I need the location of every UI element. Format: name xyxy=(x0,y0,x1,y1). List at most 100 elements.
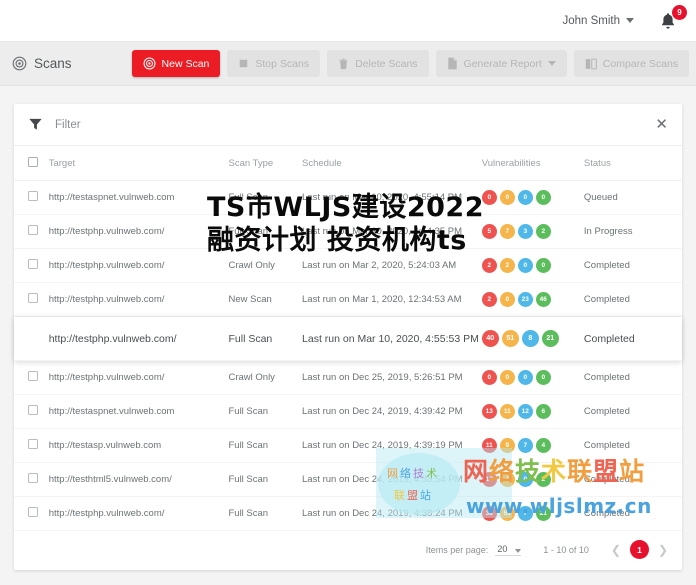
vuln-badge: 3 xyxy=(517,224,533,239)
vuln-badge: 2 xyxy=(535,224,551,239)
row-select-cell xyxy=(14,316,49,361)
table-body: http://testaspnet.vulnweb.com Full Scan La… xyxy=(14,180,682,531)
column-header-status[interactable]: Status xyxy=(583,146,682,181)
vuln-badge: 51 xyxy=(499,506,515,521)
items-per-page-select[interactable]: 20 xyxy=(495,543,522,556)
user-menu[interactable]: John Smith xyxy=(562,15,634,27)
compare-icon xyxy=(585,58,597,69)
scans-table: Target Scan Type Schedule Vulnerabilitie… xyxy=(14,146,682,531)
select-all-checkbox[interactable] xyxy=(28,157,38,167)
row-checkbox[interactable] xyxy=(28,191,38,201)
generate-report-button[interactable]: Generate Report xyxy=(435,50,567,77)
chevron-down-icon xyxy=(547,61,556,66)
cell-scan-type: Full Scan xyxy=(228,316,303,361)
cell-vulnerabilities: 5732 xyxy=(481,214,584,249)
action-buttons: New Scan Stop Scans Delete Scans Generat… xyxy=(131,50,690,77)
table-row[interactable]: http://testphp.vulnweb.com/Crawl Only Las… xyxy=(14,360,682,395)
table-row[interactable]: http://testphp.vulnweb.com/New Scan Last … xyxy=(14,282,682,317)
vuln-badge: 12 xyxy=(517,404,533,419)
filter-input[interactable]: Filter xyxy=(55,119,643,131)
row-checkbox[interactable] xyxy=(28,225,38,235)
row-select-cell xyxy=(14,462,49,497)
filter-bar: Filter ✕ xyxy=(14,104,682,146)
row-checkbox[interactable] xyxy=(28,259,38,269)
vuln-badge: 4 xyxy=(535,438,551,453)
notification-count-badge: 9 xyxy=(672,4,687,20)
chevron-right-icon[interactable]: ❯ xyxy=(658,543,668,557)
chevron-down-icon xyxy=(626,18,634,23)
cell-target: http://testhtml5.vulnweb.com/ xyxy=(48,462,229,497)
cell-target: http://testphp.vulnweb.com/ xyxy=(48,248,229,283)
row-checkbox[interactable] xyxy=(28,473,38,483)
document-icon xyxy=(447,57,457,70)
chevron-left-icon[interactable]: ❮ xyxy=(611,543,621,557)
vuln-badge: 17 xyxy=(481,472,497,487)
vuln-badge: 0 xyxy=(535,190,551,205)
row-checkbox[interactable] xyxy=(28,507,38,517)
vuln-badge: 4 xyxy=(499,472,515,487)
cell-status: Completed xyxy=(583,496,682,531)
cell-target: http://testasp.vulnweb.com xyxy=(48,428,229,463)
cell-target: http://testaspnet.vulnweb.com xyxy=(48,394,229,429)
range-label: 1 - 10 of 10 xyxy=(543,544,589,555)
cell-vulnerabilities: 38 51 7 21 xyxy=(481,496,584,531)
row-checkbox[interactable] xyxy=(28,371,38,381)
action-bar: Scans New Scan Stop Scans Delete Scans G… xyxy=(0,42,696,86)
row-checkbox[interactable] xyxy=(28,405,38,415)
table-row[interactable]: http://testphp.vulnweb.com/Full Scan Last… xyxy=(14,214,682,249)
current-page-badge[interactable]: 1 xyxy=(629,540,649,559)
column-header-schedule[interactable]: Schedule xyxy=(302,146,482,181)
cell-target: http://testphp.vulnweb.com/ xyxy=(48,214,229,249)
row-select-cell xyxy=(14,428,49,463)
stop-scans-button[interactable]: Stop Scans xyxy=(227,50,321,77)
column-header-scan-type[interactable]: Scan Type xyxy=(228,146,303,181)
close-icon[interactable]: ✕ xyxy=(655,117,668,132)
vuln-badge: 7 xyxy=(499,224,515,239)
table-row[interactable]: http://testphp.vulnweb.com/Full Scan Last… xyxy=(14,496,682,531)
table-row[interactable]: http://testasp.vulnweb.com Full Scan Last … xyxy=(14,428,682,463)
table-row[interactable]: http://testhtml5.vulnweb.com/Full Scan La… xyxy=(14,462,682,497)
items-per-page-label: Items per page: xyxy=(425,544,489,555)
generate-report-label: Generate Report xyxy=(463,57,542,70)
vuln-badge: 0 xyxy=(535,258,551,273)
scans-page: John Smith 9 Scans New Scan Stop Scans D… xyxy=(0,0,696,585)
row-select-cell xyxy=(14,248,49,283)
items-per-page-value: 20 xyxy=(497,543,508,554)
row-select-cell xyxy=(14,360,49,395)
cell-target: http://testphp.vulnweb.com/ xyxy=(48,496,229,531)
notifications-button[interactable]: 9 xyxy=(660,4,687,33)
row-checkbox[interactable] xyxy=(28,439,38,449)
vuln-badge: 7 xyxy=(517,438,533,453)
vuln-badges: 2 0 23 46 xyxy=(481,292,584,307)
delete-scans-label: Delete Scans xyxy=(355,57,418,70)
vuln-badges: 17 4 0 2 xyxy=(481,472,584,487)
vuln-badges: 0000 xyxy=(481,370,584,385)
compare-scans-button[interactable]: Compare Scans xyxy=(573,50,690,77)
stop-square-icon xyxy=(240,59,248,68)
vuln-badge: 46 xyxy=(535,292,551,307)
cell-target: http://testphp.vulnweb.com/ xyxy=(48,316,229,361)
row-checkbox[interactable] xyxy=(28,293,38,303)
cell-schedule: Last run on Dec 24, 2019, 4:39:42 PM xyxy=(302,394,482,429)
chevron-down-icon xyxy=(515,548,522,553)
new-scan-button[interactable]: New Scan xyxy=(131,50,221,77)
vuln-badge: 0 xyxy=(499,190,515,205)
vuln-badge: 0 xyxy=(499,370,515,385)
cell-schedule: Last run on Dec 25, 2019, 5:26:51 PM xyxy=(302,360,482,395)
table-row[interactable]: http://testphp.vulnweb.com/Crawl Only Las… xyxy=(14,248,682,283)
table-row[interactable]: http://testaspnet.vulnweb.com Full Scan La… xyxy=(14,394,682,429)
cell-vulnerabilities: 0000 xyxy=(481,360,584,395)
paginator: Items per page: 20 1 - 10 of 10 ❮ 1 ❯ xyxy=(14,531,682,570)
vuln-badges: 0000 xyxy=(481,190,584,205)
vuln-badge: 0 xyxy=(499,292,515,307)
column-header-vulnerabilities[interactable]: Vulnerabilities xyxy=(481,146,584,181)
cell-schedule: Last run on Mar 10, 2020, 4:54:35 PM xyxy=(302,214,482,249)
delete-scans-button[interactable]: Delete Scans xyxy=(327,50,429,77)
table-row[interactable]: http://testphp.vulnweb.com/Full Scan Last… xyxy=(14,316,682,361)
cell-target: http://testaspnet.vulnweb.com xyxy=(48,180,229,215)
vuln-badge: 13 xyxy=(481,404,497,419)
table-row[interactable]: http://testaspnet.vulnweb.com Full Scan La… xyxy=(14,180,682,215)
column-header-target[interactable]: Target xyxy=(48,146,229,181)
cell-schedule: Last run on Mar 10, 2020, 4:55:53 PM xyxy=(302,316,482,361)
cell-vulnerabilities: 17 4 0 2 xyxy=(481,462,584,497)
